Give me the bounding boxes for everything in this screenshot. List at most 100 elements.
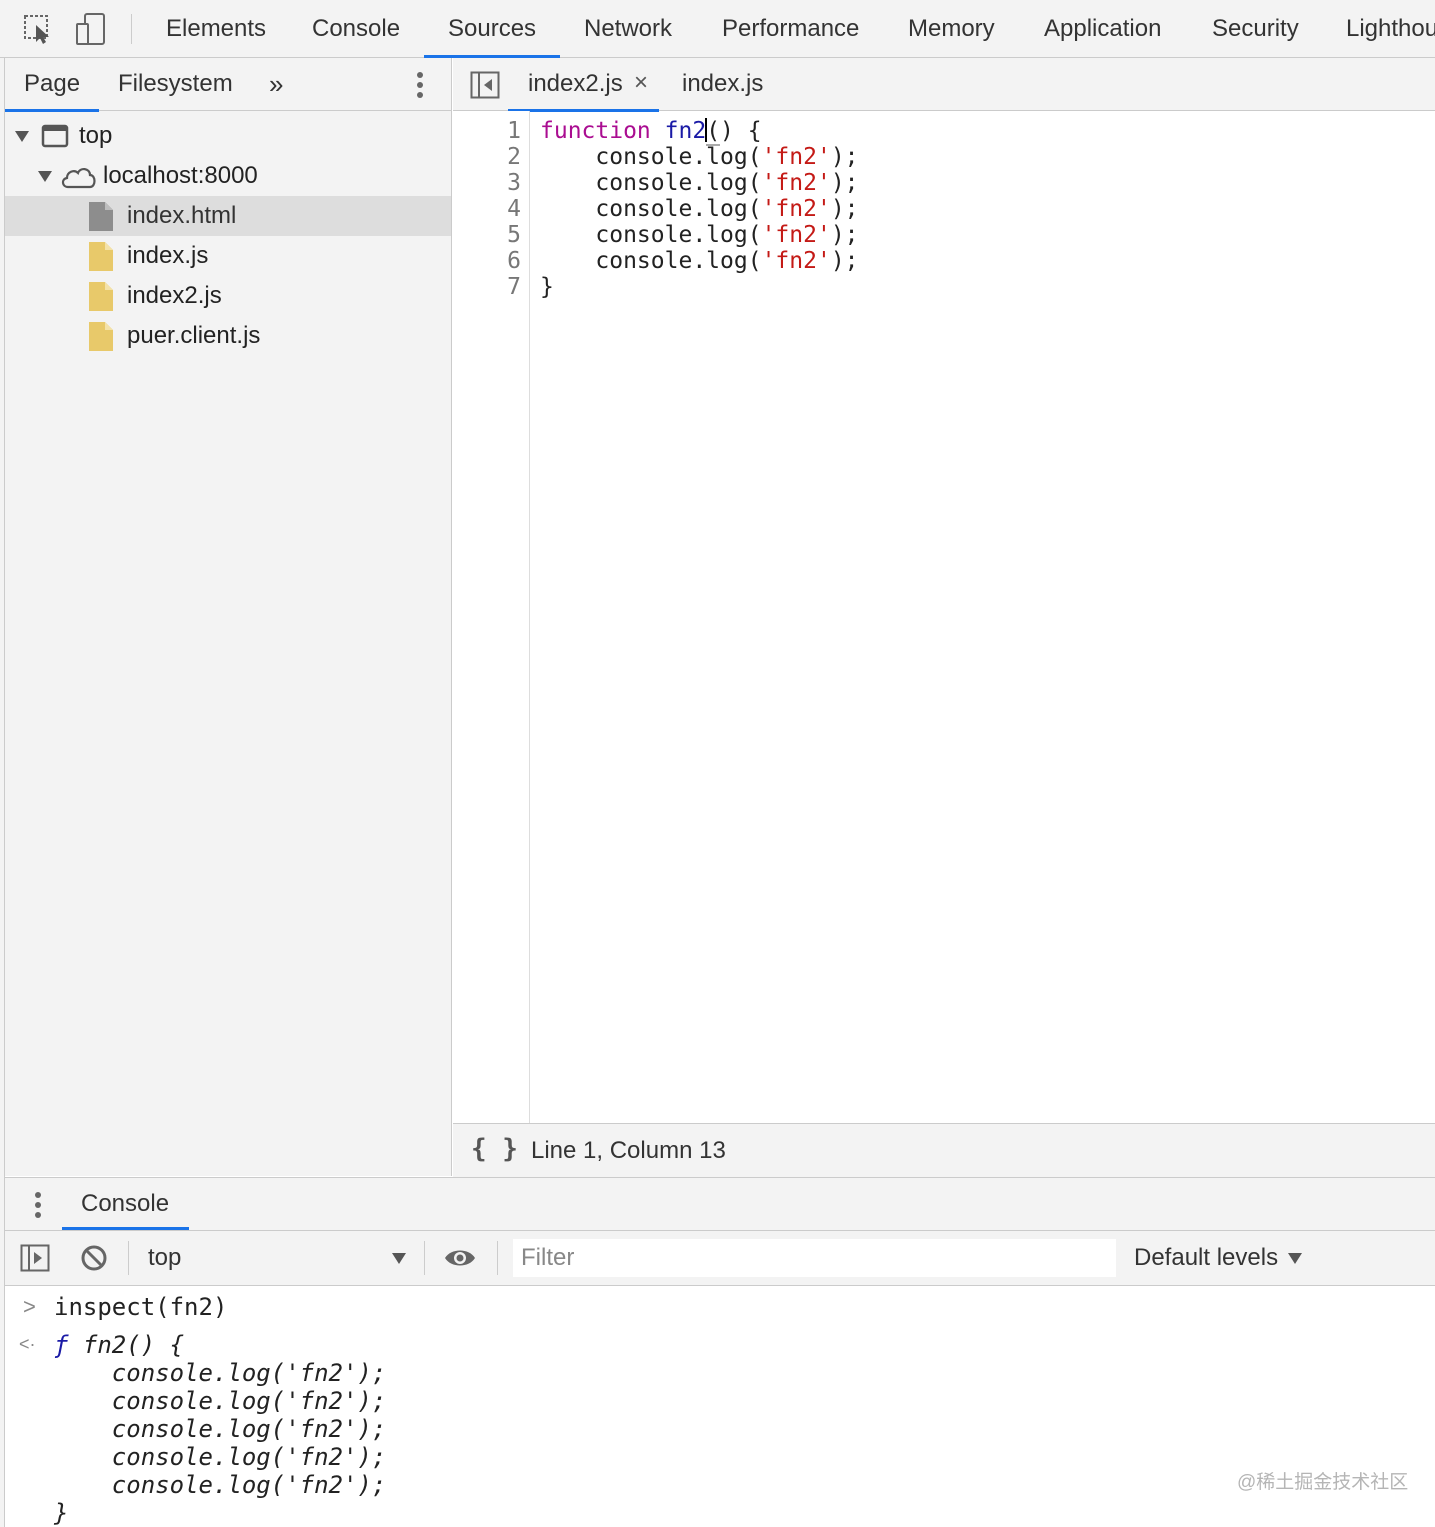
toolbar-separator — [128, 1241, 129, 1275]
code-line[interactable]: console.log('fn2'); — [540, 170, 858, 196]
tree-item-file[interactable]: index2.js — [5, 276, 451, 316]
line-number[interactable]: 7 — [481, 274, 521, 300]
pretty-print-icon[interactable]: { } — [471, 1134, 518, 1164]
code-line[interactable]: function fn2() { — [540, 118, 762, 146]
line-number[interactable]: 1 — [481, 118, 521, 144]
tab-security[interactable]: Security — [1212, 0, 1299, 58]
more-tabs-icon[interactable]: » — [269, 58, 283, 111]
expand-arrow-icon[interactable] — [38, 171, 52, 182]
code-line[interactable]: console.log('fn2'); — [540, 196, 858, 222]
cloud-icon — [61, 168, 96, 189]
tree-label: index.js — [127, 242, 209, 269]
tree-item-file[interactable]: index.js — [5, 236, 451, 276]
toggle-navigator-icon[interactable] — [470, 71, 500, 99]
tab-network[interactable]: Network — [584, 0, 672, 58]
tab-page[interactable]: Page — [4, 58, 100, 112]
drawer-menu-icon-dot — [35, 1212, 41, 1218]
code-call: console.log( — [595, 248, 762, 274]
tab-performance[interactable]: Performance — [722, 0, 859, 58]
code-punct: ) { — [720, 118, 762, 144]
line-number[interactable]: 2 — [481, 144, 521, 170]
expand-arrow-icon[interactable] — [15, 131, 29, 142]
editor-tab-index-js[interactable]: index.js — [682, 58, 763, 111]
code-call: console.log( — [595, 144, 762, 170]
code-line[interactable]: } — [540, 274, 554, 300]
context-selector[interactable]: top — [148, 1231, 181, 1285]
navigator-menu-icon-dot — [417, 92, 423, 98]
tree-item-origin[interactable]: localhost:8000 — [5, 156, 451, 196]
tree-label: index.html — [127, 202, 237, 229]
console-toolbar: top Default levels — [5, 1231, 1435, 1286]
console-output-line: console.log('fn2'); — [54, 1443, 387, 1471]
code-keyword: function — [540, 118, 651, 144]
cursor-position: Line 1, Column 13 — [531, 1137, 726, 1164]
tree-label: index2.js — [127, 282, 222, 309]
drawer-tabs: Console — [5, 1177, 1435, 1231]
input-prompt-icon: > — [23, 1294, 36, 1319]
tree-label: puer.client.js — [127, 322, 261, 349]
console-input-line: inspect(fn2) — [54, 1293, 228, 1321]
navigator-menu-icon[interactable] — [417, 72, 423, 78]
code-string: 'fn2' — [761, 196, 831, 222]
tab-lighthouse[interactable]: Lighthou — [1346, 0, 1435, 58]
eye-icon[interactable] — [443, 1247, 477, 1269]
navigator-menu-icon-dot — [417, 82, 423, 88]
tab-elements[interactable]: Elements — [166, 0, 266, 58]
tab-console[interactable]: Console — [312, 0, 400, 58]
function-glyph: ƒ — [54, 1331, 69, 1359]
clear-console-icon[interactable] — [80, 1244, 108, 1272]
tree-item-file[interactable]: puer.client.js — [5, 316, 451, 356]
editor-status-bar: { } Line 1, Column 13 — [453, 1123, 1435, 1177]
show-sidebar-icon[interactable] — [20, 1244, 50, 1272]
code-call: console.log( — [595, 170, 762, 196]
toolbar-separator — [497, 1241, 498, 1275]
tree-item-top[interactable]: top — [5, 116, 451, 156]
tab-application[interactable]: Application — [1044, 0, 1161, 58]
close-tab-icon[interactable]: × — [634, 58, 648, 108]
filter-input[interactable] — [513, 1239, 1116, 1277]
editor-tab-index2-js[interactable]: index2.js — [508, 58, 659, 112]
tab-filesystem[interactable]: Filesystem — [118, 58, 233, 111]
log-levels-dropdown[interactable]: Default levels — [1134, 1231, 1278, 1285]
drawer-tab-console[interactable]: Console — [61, 1178, 190, 1230]
drawer-menu-icon-dot — [35, 1202, 41, 1208]
document-icon — [89, 202, 113, 231]
script-file-icon — [89, 322, 113, 351]
watermark: @稀土掘金技术社区 — [1237, 1472, 1409, 1493]
function-signature: fn2() { — [68, 1331, 185, 1359]
console-output-line: console.log('fn2'); — [54, 1359, 387, 1387]
dropdown-arrow-icon[interactable] — [392, 1253, 406, 1264]
drawer-menu-icon[interactable] — [35, 1192, 41, 1198]
tree-label: top — [79, 122, 113, 149]
code-string: 'fn2' — [761, 222, 831, 248]
code-editor[interactable]: function fn2() { console.log('fn2'); con… — [540, 118, 1435, 1118]
line-number[interactable]: 4 — [481, 196, 521, 222]
tree-label: localhost:8000 — [103, 162, 258, 189]
code-line[interactable]: console.log('fn2'); — [540, 222, 858, 248]
dropdown-arrow-icon[interactable] — [1288, 1253, 1302, 1264]
code-punct: ); — [830, 144, 859, 170]
tree-item-file[interactable]: index.html — [5, 196, 451, 236]
tab-sources[interactable]: Sources — [423, 0, 561, 58]
tab-memory[interactable]: Memory — [908, 0, 995, 58]
console-output[interactable]: > inspect(fn2) <· ƒ fn2() { console.log(… — [5, 1286, 1435, 1527]
inspect-element-icon[interactable] — [22, 12, 56, 46]
code-line[interactable]: console.log('fn2'); — [540, 248, 858, 274]
device-toolbar-icon[interactable] — [74, 12, 108, 46]
code-string: 'fn2' — [761, 144, 831, 170]
line-number[interactable]: 3 — [481, 170, 521, 196]
toolbar-separator — [131, 14, 132, 44]
console-output-line: console.log('fn2'); — [54, 1415, 387, 1443]
code-line[interactable]: console.log('fn2'); — [540, 144, 859, 170]
code-function-name: fn2 — [664, 118, 707, 144]
script-file-icon — [89, 242, 113, 271]
line-number[interactable]: 5 — [481, 222, 521, 248]
toolbar-separator — [424, 1241, 425, 1275]
line-number[interactable]: 6 — [481, 248, 521, 274]
navigator-tabs: Page Filesystem » — [4, 58, 452, 112]
console-output-line: ƒ fn2() { — [54, 1331, 184, 1359]
code-call: console.log( — [595, 196, 762, 222]
